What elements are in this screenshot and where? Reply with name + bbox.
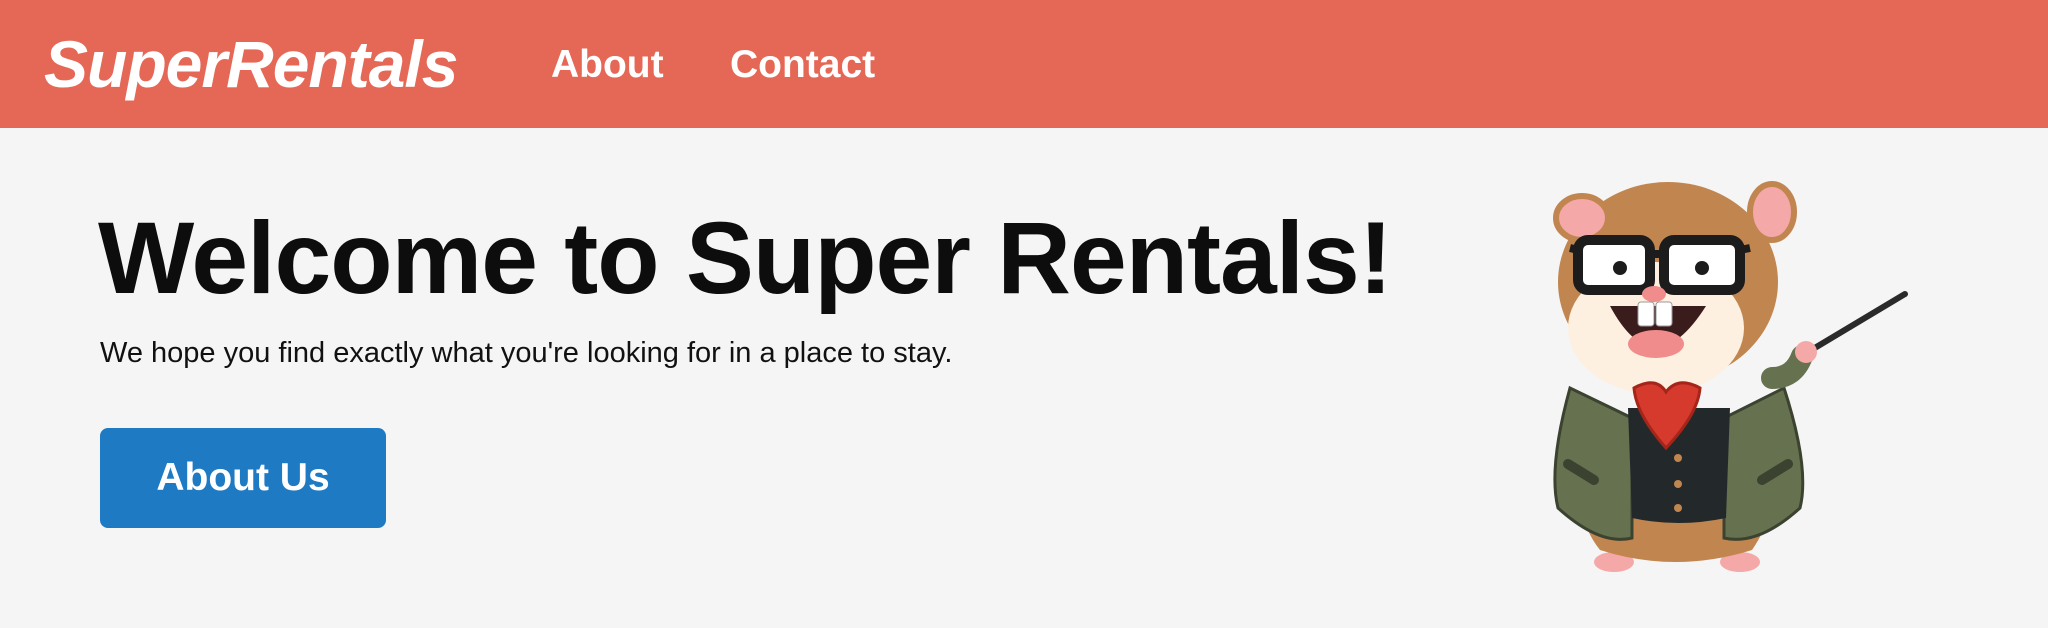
top-navbar: SuperRentals About Contact xyxy=(0,0,2048,128)
page-subtitle: We hope you find exactly what you're loo… xyxy=(100,337,953,369)
brand-logo-link[interactable]: SuperRentals xyxy=(44,22,458,106)
nav-link-contact[interactable]: Contact xyxy=(730,40,875,90)
tomster-mascot-illustration xyxy=(1553,181,1908,572)
nav-link-about[interactable]: About xyxy=(551,40,664,90)
page-title: Welcome to Super Rentals! xyxy=(98,201,1393,315)
about-us-button[interactable]: About Us xyxy=(100,428,386,528)
